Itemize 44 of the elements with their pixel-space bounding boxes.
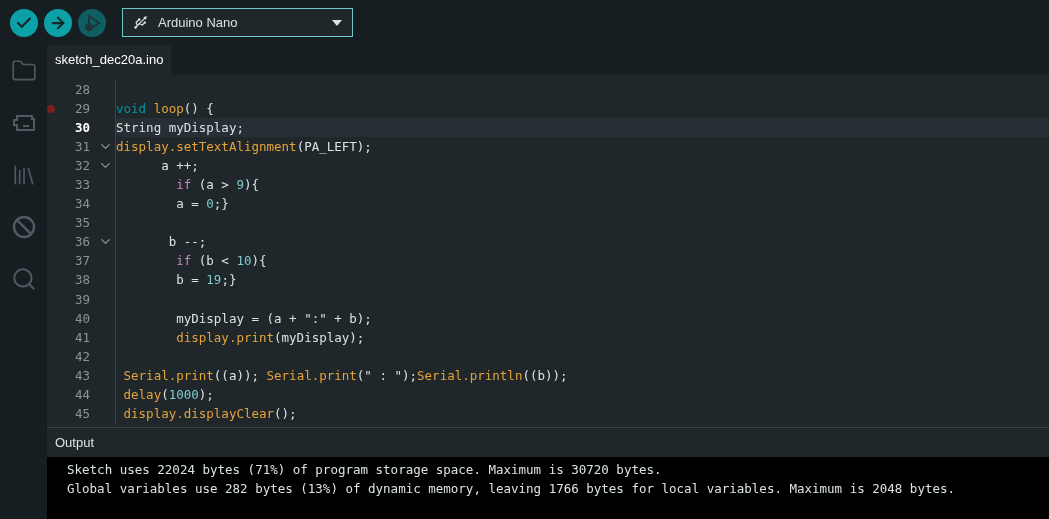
line-number: 29: [73, 100, 90, 119]
line-number: 43: [73, 366, 90, 385]
line-number: 40: [73, 309, 90, 328]
code-line: a = 0;}: [175, 196, 229, 212]
output-line: Sketch uses 22024 bytes (71%) of program storage space. Maximum is 30720 bytes.: [67, 461, 663, 479]
line-number: 44: [73, 385, 90, 404]
code-line: b --;: [167, 234, 207, 250]
line-number: 33: [73, 176, 90, 195]
code-line: if (a > 9){: [175, 177, 259, 193]
code-line: myDisplay = (a + ":" + b);: [175, 310, 372, 326]
line-number: 42: [73, 347, 90, 366]
line-number: 36: [73, 233, 90, 252]
line-number: 30: [73, 119, 90, 138]
line-number: 39: [73, 290, 90, 309]
line-number: 31: [73, 138, 90, 157]
debug-icon[interactable]: [11, 215, 36, 239]
code-line: a ++;: [160, 158, 199, 174]
upload-button[interactable]: [44, 8, 72, 37]
code-line: String myDisplay;: [116, 120, 244, 136]
code-line: if (b < 10){: [175, 253, 267, 269]
search-icon[interactable]: [10, 266, 37, 292]
line-number: 38: [73, 271, 90, 290]
line-number: 34: [73, 195, 90, 214]
code-line: b = 19;}: [175, 272, 237, 288]
code-line: Serial.print((a)); Serial.print(" : ");Serial.println((b));: [122, 367, 568, 383]
code-line: void loop() {: [116, 101, 214, 117]
output-line: Global variables use 282 bytes (13%) of dynamic memory, leaving 1766 bytes for local variables. Maximum is 2048 bytes.: [67, 480, 957, 498]
line-number: 32: [73, 157, 90, 176]
line-number: 28: [73, 81, 90, 99]
code-line: display.print(myDisplay);: [175, 329, 365, 345]
output-title: Output: [55, 433, 95, 452]
code-line: display.setTextAlignment(PA_LEFT);: [116, 139, 372, 155]
verify-button[interactable]: [10, 8, 38, 37]
line-number: 35: [73, 214, 90, 233]
code-line: display.displayClear();: [122, 405, 297, 421]
caret-icon: [332, 19, 342, 26]
code-line: delay(1000);: [122, 386, 214, 402]
usb-icon: [133, 15, 148, 30]
line-number: 45: [73, 404, 90, 423]
play-bug-icon: [82, 12, 102, 33]
line-number: 37: [73, 252, 90, 271]
board-selector[interactable]: Arduino Nano: [122, 8, 353, 37]
line-number: 41: [73, 328, 90, 347]
file-tab[interactable]: sketch_dec20a.ino: [47, 45, 172, 75]
